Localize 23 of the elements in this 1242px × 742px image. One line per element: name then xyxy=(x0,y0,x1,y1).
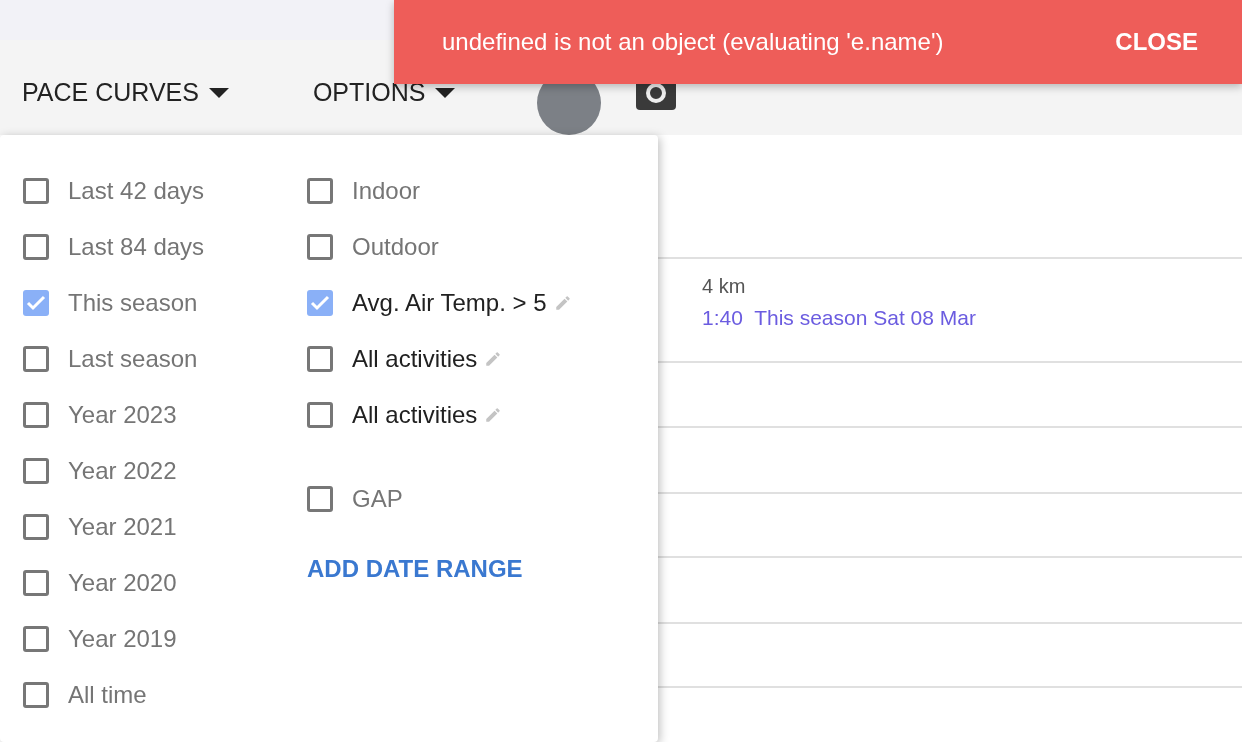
close-button[interactable]: CLOSE xyxy=(1109,27,1204,57)
add-date-range-link[interactable]: ADD DATE RANGE xyxy=(307,555,658,583)
option-label[interactable]: This season xyxy=(68,289,198,317)
option-label[interactable]: Last season xyxy=(68,345,198,373)
option-label[interactable]: Year 2020 xyxy=(68,569,177,597)
menu-button[interactable]: OPTIONS xyxy=(312,78,456,107)
option-label[interactable]: Avg. Air Temp. > 5 xyxy=(352,289,547,317)
option-label[interactable]: All activities xyxy=(352,345,478,373)
option-label[interactable]: Outdoor xyxy=(352,233,439,261)
tooltip-text: 1:40 This season Sat 08 Mar xyxy=(702,306,977,330)
option-label[interactable]: Year 2022 xyxy=(68,457,177,485)
option-label[interactable]: Indoor xyxy=(352,177,421,205)
option-label[interactable]: Year 2021 xyxy=(68,513,177,541)
option-label[interactable]: Year 2023 xyxy=(68,401,177,429)
option-label[interactable]: GAP xyxy=(352,485,403,513)
menu-button[interactable]: PACE CURVES xyxy=(22,78,229,107)
error-message: undefined is not an object (evaluating 'e.name') xyxy=(442,28,944,56)
option-label[interactable]: Last 42 days xyxy=(68,177,205,205)
option-label[interactable]: All activities xyxy=(352,401,478,429)
option-label[interactable]: Last 84 days xyxy=(68,233,205,261)
option-label[interactable]: All time xyxy=(68,681,147,709)
distance-label: 4 km xyxy=(702,275,747,298)
option-label[interactable]: Year 2019 xyxy=(68,625,177,653)
